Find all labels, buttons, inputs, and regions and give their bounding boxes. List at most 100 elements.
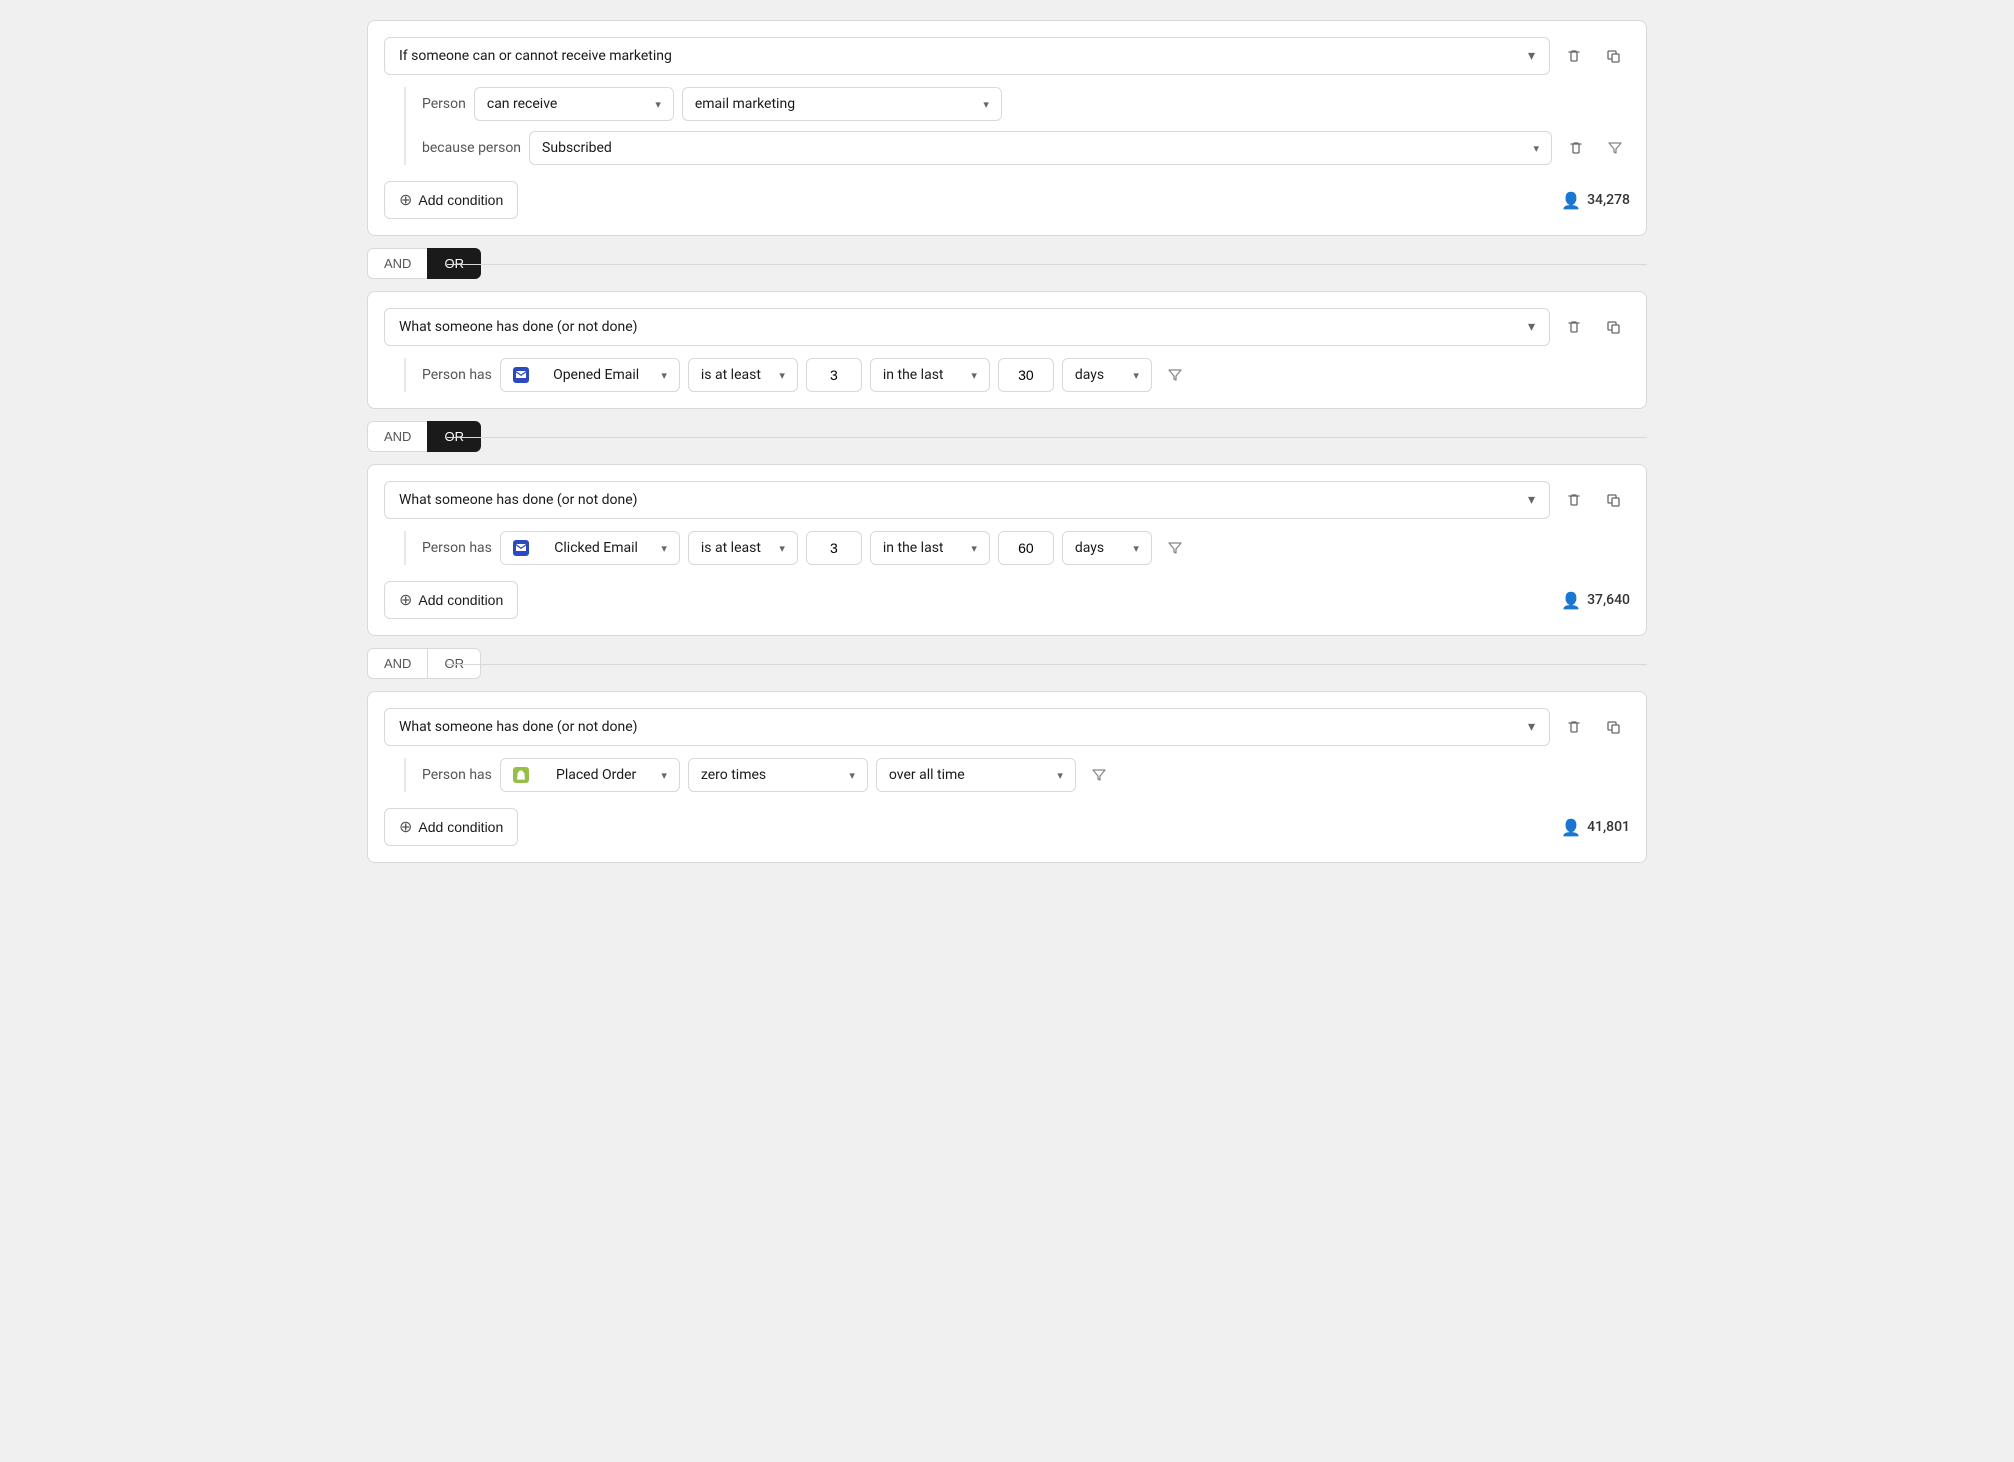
chevron-down-icon: ▾ bbox=[971, 369, 977, 382]
in-the-last-select-2[interactable]: in the last ▾ bbox=[870, 358, 990, 392]
count-4-value: 41,801 bbox=[1587, 819, 1630, 835]
over-all-time-select[interactable]: over all time ▾ bbox=[876, 758, 1076, 792]
chevron-down-icon: ▾ bbox=[779, 369, 785, 382]
days-value-2: days bbox=[1075, 367, 1104, 383]
add-condition-3-button[interactable]: ⊕ Add condition bbox=[384, 581, 518, 619]
main-dropdown-2[interactable]: What someone has done (or not done) ▾ bbox=[384, 308, 1550, 346]
chevron-down-icon: ▾ bbox=[971, 542, 977, 555]
and-button-1[interactable]: AND bbox=[367, 248, 427, 279]
or-button-1[interactable]: OR bbox=[427, 248, 481, 279]
add-condition-1-button[interactable]: ⊕ Add condition bbox=[384, 181, 518, 219]
and-button-3[interactable]: AND bbox=[367, 648, 427, 679]
filter-button[interactable] bbox=[1600, 133, 1630, 163]
person-has-label-2: Person has bbox=[422, 367, 492, 383]
delete-block-1-button[interactable] bbox=[1558, 40, 1590, 72]
chevron-down-icon: ▾ bbox=[1528, 719, 1535, 735]
count-input-3[interactable] bbox=[806, 531, 862, 565]
block-2: What someone has done (or not done) ▾ Pe… bbox=[367, 291, 1647, 409]
block-4-footer: ⊕ Add condition 👤 41,801 bbox=[384, 808, 1630, 846]
sub-conditions-4: Person has Placed Order ▾ zero times ▾ o… bbox=[404, 758, 1630, 792]
email-marketing-select[interactable]: email marketing ▾ bbox=[682, 87, 1002, 121]
is-at-least-select-3[interactable]: is at least ▾ bbox=[688, 531, 798, 565]
person-count-icon: 👤 bbox=[1561, 191, 1581, 210]
count-display-3: 👤 37,640 bbox=[1561, 591, 1630, 610]
clicked-email-select[interactable]: Clicked Email ▾ bbox=[500, 531, 680, 565]
page-container: If someone can or cannot receive marketi… bbox=[367, 20, 1647, 863]
copy-block-4-button[interactable] bbox=[1598, 711, 1630, 743]
or-button-3[interactable]: OR bbox=[427, 648, 481, 679]
condition-row-clicked-email: Person has Clicked Email ▾ is at least ▾… bbox=[422, 531, 1630, 565]
chevron-down-icon: ▾ bbox=[1528, 48, 1535, 64]
chevron-down-icon: ▾ bbox=[655, 98, 661, 111]
main-dropdown-row-1: If someone can or cannot receive marketi… bbox=[384, 37, 1630, 75]
placed-order-value: Placed Order bbox=[556, 767, 636, 783]
is-at-least-value-3: is at least bbox=[701, 540, 761, 556]
person-count-icon-4: 👤 bbox=[1561, 818, 1581, 837]
filter-button-2[interactable] bbox=[1160, 360, 1190, 390]
plus-icon-3: ⊕ bbox=[399, 590, 412, 610]
chevron-down-icon: ▾ bbox=[1528, 492, 1535, 508]
filter-button-4[interactable] bbox=[1084, 760, 1114, 790]
count-3-value: 37,640 bbox=[1587, 592, 1630, 608]
condition-row-placed-order: Person has Placed Order ▾ zero times ▾ o… bbox=[422, 758, 1630, 792]
in-the-last-value-3: in the last bbox=[883, 540, 944, 556]
chevron-down-icon: ▾ bbox=[1057, 769, 1063, 782]
main-dropdown-1[interactable]: If someone can or cannot receive marketi… bbox=[384, 37, 1550, 75]
days-count-input-3[interactable] bbox=[998, 531, 1054, 565]
main-dropdown-3-label: What someone has done (or not done) bbox=[399, 492, 638, 508]
is-at-least-value-2: is at least bbox=[701, 367, 761, 383]
over-all-time-value: over all time bbox=[889, 767, 965, 783]
main-dropdown-row-3: What someone has done (or not done) ▾ bbox=[384, 481, 1630, 519]
condition-row-person: Person can receive ▾ email marketing ▾ bbox=[422, 87, 1630, 121]
connector-2: AND OR bbox=[367, 409, 1647, 464]
filter-button-3[interactable] bbox=[1160, 533, 1190, 563]
can-receive-select[interactable]: can receive ▾ bbox=[474, 87, 674, 121]
subscribed-select[interactable]: Subscribed ▾ bbox=[529, 131, 1552, 165]
copy-block-3-button[interactable] bbox=[1598, 484, 1630, 516]
main-dropdown-4[interactable]: What someone has done (or not done) ▾ bbox=[384, 708, 1550, 746]
delete-block-4-button[interactable] bbox=[1558, 711, 1590, 743]
is-at-least-select-2[interactable]: is at least ▾ bbox=[688, 358, 798, 392]
delete-subcondition-button[interactable] bbox=[1560, 132, 1592, 164]
opened-email-select[interactable]: Opened Email ▾ bbox=[500, 358, 680, 392]
email-event-icon bbox=[513, 367, 529, 383]
plus-icon-4: ⊕ bbox=[399, 817, 412, 837]
shopify-event-icon bbox=[513, 767, 529, 783]
add-condition-4-button[interactable]: ⊕ Add condition bbox=[384, 808, 518, 846]
sub-conditions-2: Person has Opened Email ▾ is at least ▾ … bbox=[404, 358, 1630, 392]
placed-order-select[interactable]: Placed Order ▾ bbox=[500, 758, 680, 792]
copy-block-1-button[interactable] bbox=[1598, 40, 1630, 72]
person-has-label-3: Person has bbox=[422, 540, 492, 556]
count-1-value: 34,278 bbox=[1587, 192, 1630, 208]
in-the-last-select-3[interactable]: in the last ▾ bbox=[870, 531, 990, 565]
or-button-2[interactable]: OR bbox=[427, 421, 481, 452]
in-the-last-value-2: in the last bbox=[883, 367, 944, 383]
main-dropdown-row-2: What someone has done (or not done) ▾ bbox=[384, 308, 1630, 346]
days-select-2[interactable]: days ▾ bbox=[1062, 358, 1152, 392]
delete-block-3-button[interactable] bbox=[1558, 484, 1590, 516]
block-1-footer: ⊕ Add condition 👤 34,278 bbox=[384, 181, 1630, 219]
zero-times-select[interactable]: zero times ▾ bbox=[688, 758, 868, 792]
chevron-down-icon: ▾ bbox=[661, 542, 667, 555]
chevron-down-icon: ▾ bbox=[779, 542, 785, 555]
person-label: Person bbox=[422, 96, 466, 112]
count-input-2[interactable] bbox=[806, 358, 862, 392]
sub-conditions-1: Person can receive ▾ email marketing ▾ b… bbox=[404, 87, 1630, 165]
person-has-label-4: Person has bbox=[422, 767, 492, 783]
days-count-input-2[interactable] bbox=[998, 358, 1054, 392]
main-dropdown-3[interactable]: What someone has done (or not done) ▾ bbox=[384, 481, 1550, 519]
and-button-2[interactable]: AND bbox=[367, 421, 427, 452]
plus-icon: ⊕ bbox=[399, 190, 412, 210]
days-select-3[interactable]: days ▾ bbox=[1062, 531, 1152, 565]
can-receive-value: can receive bbox=[487, 96, 557, 112]
delete-block-2-button[interactable] bbox=[1558, 311, 1590, 343]
block-4: What someone has done (or not done) ▾ Pe… bbox=[367, 691, 1647, 863]
main-dropdown-row-4: What someone has done (or not done) ▾ bbox=[384, 708, 1630, 746]
block-3: What someone has done (or not done) ▾ Pe… bbox=[367, 464, 1647, 636]
copy-block-2-button[interactable] bbox=[1598, 311, 1630, 343]
main-dropdown-2-label: What someone has done (or not done) bbox=[399, 319, 638, 335]
connector-3: AND OR bbox=[367, 636, 1647, 691]
condition-row-because-person: because person Subscribed ▾ bbox=[422, 131, 1630, 165]
block-1: If someone can or cannot receive marketi… bbox=[367, 20, 1647, 236]
because-person-label: because person bbox=[422, 140, 521, 156]
